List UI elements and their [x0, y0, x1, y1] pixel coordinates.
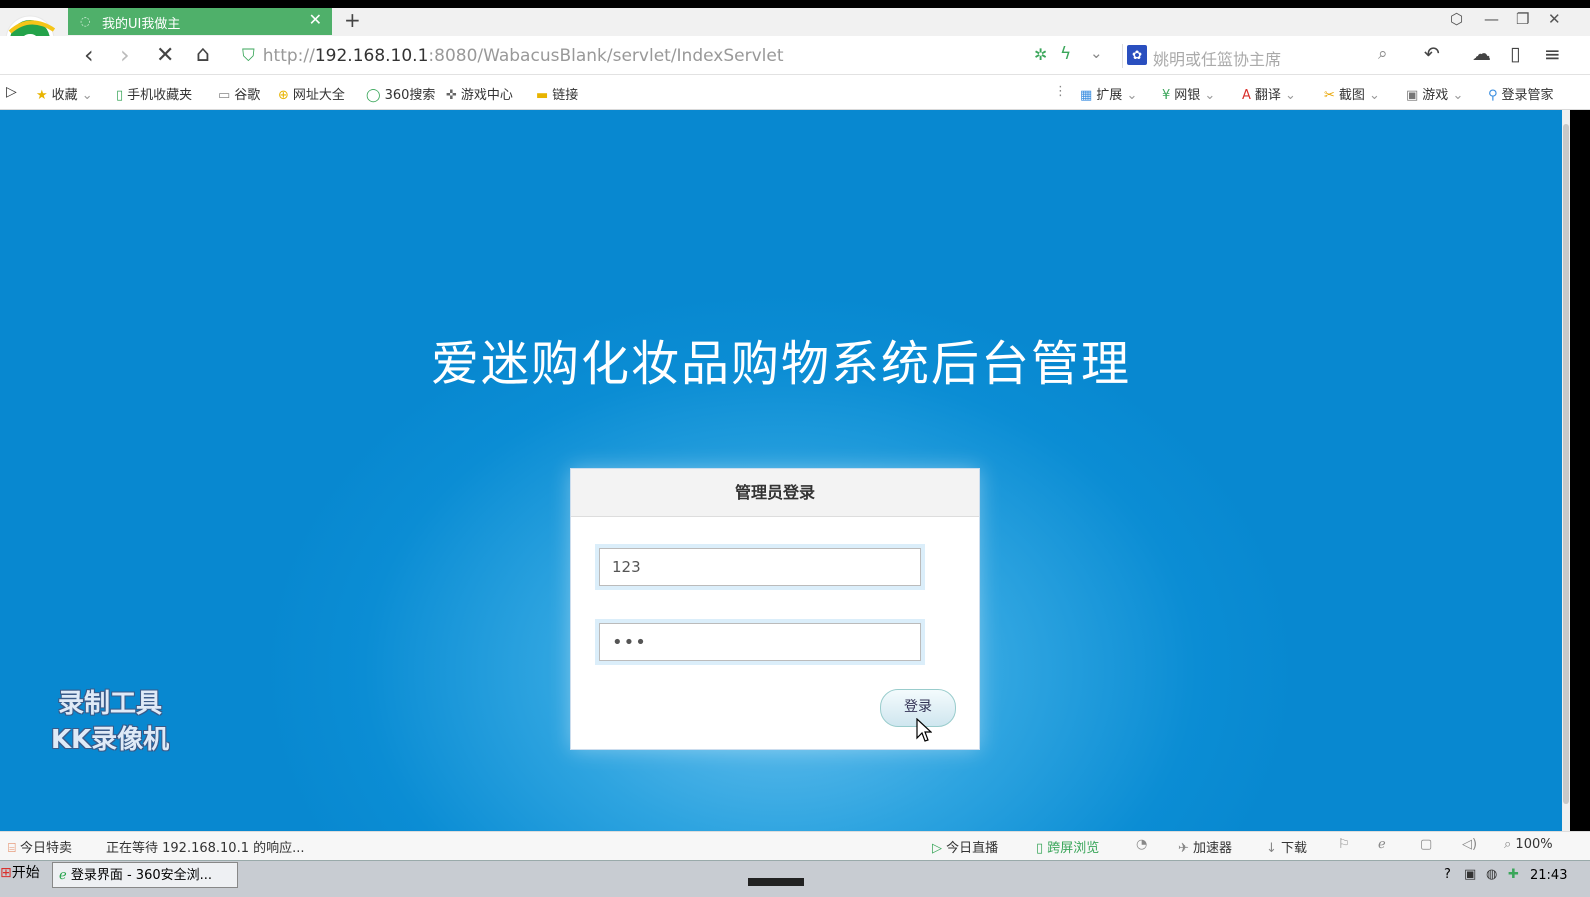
cross-screen-button[interactable]: ▯ 跨屏浏览 [1036, 837, 1099, 856]
password-input[interactable] [599, 623, 921, 661]
tool-item[interactable]: A 翻译 ⌄ [1242, 84, 1296, 103]
page-title: 爱迷购化妆品购物系统后台管理 [430, 336, 1131, 392]
star-icon: ★ [36, 88, 48, 103]
url-scheme: http:// [262, 46, 315, 66]
tool-item[interactable]: ✂ 截图 ⌄ [1324, 84, 1380, 103]
accelerator-button[interactable]: ✈ 加速器 [1178, 837, 1232, 856]
sidebar-toggle-icon[interactable]: ▷ [6, 84, 17, 100]
today-deals[interactable]: ⌸ 今日特卖 [8, 837, 72, 856]
tool-item[interactable]: ¥ 网银 ⌄ [1162, 84, 1215, 103]
extension-icon: ▦ [1080, 88, 1093, 103]
url-host: 192.168.10.1 [314, 46, 429, 66]
gift-icon: ⌸ [8, 841, 16, 856]
tab-title: 我的UI我做主 [102, 17, 181, 32]
url-path: :8080/WabacusBlank/servlet/IndexServlet [428, 46, 784, 66]
flag-icon[interactable]: ⚐ [1338, 837, 1350, 852]
browser-icon: ℯ [59, 868, 67, 883]
security-icon[interactable]: ✚ [1508, 867, 1519, 882]
network-icon[interactable]: ◍ [1486, 867, 1497, 882]
rocket-icon: ✈ [1178, 841, 1189, 856]
help-icon[interactable]: ? [1444, 867, 1451, 882]
mouse-cursor-icon [916, 717, 933, 750]
login-panel: 管理员登录 登录 [570, 468, 980, 750]
tool-item[interactable]: ▣ 游戏 ⌄ [1406, 84, 1463, 103]
cloud-icon[interactable]: ☁ [1472, 43, 1491, 65]
zoom-icon: ⌕ [1504, 837, 1512, 852]
watermark-line2: KK录像机 [50, 725, 170, 755]
play-icon: ▷ [932, 841, 942, 856]
username-input[interactable] [599, 548, 921, 586]
phone-icon: ▯ [1036, 841, 1044, 856]
back-icon[interactable]: ‹ [84, 41, 94, 69]
bookmark-item[interactable]: ⊕ 网址大全 [278, 84, 345, 103]
bookmark-item[interactable]: ✜ 游戏中心 [446, 84, 513, 103]
bank-icon: ¥ [1162, 88, 1171, 103]
baidu-paw-icon: ✿ [1127, 45, 1147, 65]
speed-icon[interactable]: ◔ [1136, 837, 1147, 852]
key-icon: ⚲ [1488, 88, 1498, 103]
bookmark-item[interactable]: ★ 收藏 ⌄ [36, 84, 93, 103]
clock: 21:43 [1530, 868, 1568, 883]
bookmark-item[interactable]: ▭ 谷歌 [218, 84, 260, 103]
forward-icon[interactable]: › [120, 41, 130, 69]
plus-circle-icon: ⊕ [278, 88, 289, 103]
shield-icon: ⛉ [242, 46, 255, 66]
login-header: 管理员登录 [571, 469, 979, 517]
start-button[interactable]: ⊞开始 [0, 862, 48, 888]
menu-icon[interactable]: ≡ [1544, 42, 1561, 66]
tab-close-icon[interactable]: ✕ [309, 10, 322, 29]
bookmark-item[interactable]: ▯ 手机收藏夹 [116, 84, 192, 103]
stop-icon[interactable]: ✕ [156, 43, 174, 68]
bookmark-item[interactable]: ▬ 链接 [536, 84, 578, 103]
restore-icon[interactable]: ❐ [1516, 10, 1529, 28]
phone-icon: ▯ [116, 88, 124, 103]
minimize-icon[interactable]: — [1484, 10, 1499, 28]
watermark-line1: 录制工具 [57, 689, 162, 719]
tray-icon[interactable]: ▣ [1464, 867, 1476, 882]
dropdown-chevron-icon[interactable]: ⌄ [1090, 44, 1103, 62]
undo-icon[interactable]: ↶ [1424, 43, 1440, 65]
window-icon[interactable]: ▢ [1420, 837, 1432, 852]
page-icon: ▭ [218, 88, 231, 103]
close-window-icon[interactable]: ✕ [1548, 10, 1561, 28]
search-box[interactable]: ✿ 姚明或任篮协主席 [1122, 44, 1413, 69]
mobile-icon[interactable]: ▯ [1510, 43, 1520, 65]
tool-item[interactable]: ⚲ 登录管家 [1488, 84, 1554, 103]
search-360-icon: ◯ [366, 88, 381, 103]
scrollbar-thumb[interactable] [1563, 124, 1569, 804]
lightning-icon[interactable]: ϟ [1060, 44, 1071, 64]
taskbar-indicator [748, 878, 804, 886]
tab-active[interactable]: ◌ 我的UI我做主 ✕ [68, 8, 332, 35]
search-placeholder: 姚明或任篮协主席 [1153, 50, 1282, 69]
top-strip [0, 0, 1590, 8]
more-icon[interactable]: ⋮ [1054, 84, 1067, 99]
folder-icon: ▬ [536, 88, 549, 103]
new-tab-button[interactable]: + [344, 8, 361, 32]
download-icon: ↓ [1266, 841, 1277, 856]
scrollbar[interactable] [1562, 110, 1570, 831]
refresh-mode-icon[interactable]: ✲ [1034, 45, 1047, 64]
home-icon[interactable]: ⌂ [196, 42, 210, 67]
speaker-icon[interactable]: ◁) [1462, 837, 1477, 852]
skin-icon[interactable]: ⬡ [1450, 10, 1463, 28]
recorder-watermark: 录制工具 KK录像机 [30, 686, 190, 758]
live-button[interactable]: ▷ 今日直播 [932, 837, 998, 856]
gamepad-icon: ✜ [446, 88, 457, 103]
windows-icon: ⊞ [0, 865, 12, 881]
game-icon: ▣ [1406, 88, 1419, 103]
translate-icon: A [1242, 88, 1251, 103]
scissors-icon: ✂ [1324, 88, 1335, 103]
tool-item[interactable]: ▦ 扩展 ⌄ [1080, 84, 1137, 103]
zoom-control[interactable]: ⌕ 100% [1504, 837, 1553, 852]
loading-icon: ◌ [80, 14, 91, 28]
download-button[interactable]: ↓ 下载 [1266, 837, 1307, 856]
search-icon[interactable]: ⌕ [1378, 44, 1388, 64]
bookmark-item[interactable]: ◯ 360搜索 [366, 84, 435, 103]
taskbar-item-browser[interactable]: ℯ 登录界面 - 360安全浏... [52, 862, 238, 888]
url-input[interactable]: ⛉ http://192.168.10.1:8080/WabacusBlank/s… [242, 46, 784, 68]
loading-status: 正在等待 192.168.10.1 的响应... [106, 841, 305, 856]
ie-icon[interactable]: ℯ [1378, 837, 1386, 852]
